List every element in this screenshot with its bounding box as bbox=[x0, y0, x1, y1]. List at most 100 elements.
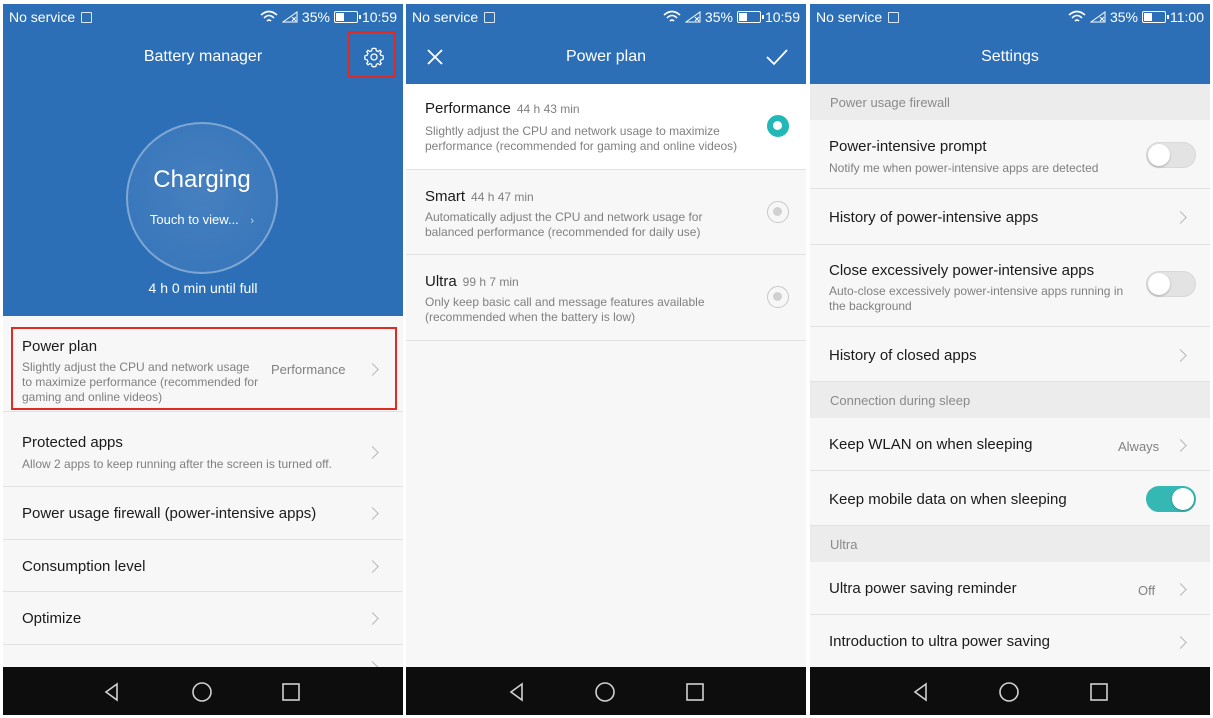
nav-bar bbox=[406, 667, 806, 715]
sim-icon bbox=[888, 11, 900, 23]
chevron-right-icon bbox=[366, 560, 379, 573]
power-usage-firewall-title: Power usage firewall (power-intensive ap… bbox=[22, 505, 317, 522]
power-plan-desc: Slightly adjust the CPU and network usag… bbox=[22, 360, 259, 404]
close-icon bbox=[427, 49, 443, 65]
chevron-right-icon bbox=[366, 507, 379, 520]
plan-name: Smart bbox=[425, 188, 466, 205]
app-bar: Battery manager bbox=[3, 30, 403, 84]
chevron-right-icon bbox=[1174, 211, 1187, 224]
chevron-right-icon bbox=[1174, 636, 1187, 649]
close-excessive-item[interactable]: Close excessively power-intensive apps A… bbox=[810, 245, 1210, 327]
consumption-level-item[interactable]: Consumption level bbox=[3, 540, 403, 592]
recents-square-icon bbox=[1090, 683, 1108, 701]
chevron-right-icon bbox=[366, 363, 379, 376]
plan-smart[interactable]: Smart 44 h 47 min Automatically adjust th… bbox=[406, 170, 806, 255]
ultra-reminder-item[interactable]: Ultra power saving reminder Off bbox=[810, 562, 1210, 615]
power-plan-item[interactable]: Power plan Slightly adjust the CPU and n… bbox=[3, 322, 403, 412]
wifi-icon bbox=[260, 10, 278, 22]
radio-performance[interactable] bbox=[767, 115, 789, 137]
chevron-right-icon bbox=[366, 446, 379, 459]
wifi-icon bbox=[1068, 10, 1086, 22]
plan-name: Ultra bbox=[425, 273, 457, 290]
optimize-title: Optimize bbox=[22, 610, 82, 627]
clock: 11:00 bbox=[1170, 9, 1204, 25]
keep-mobile-data-item[interactable]: Keep mobile data on when sleeping bbox=[810, 471, 1210, 526]
plan-time: 99 h 7 min bbox=[462, 275, 519, 289]
power-plan-title: Power plan bbox=[22, 338, 98, 355]
back-button[interactable] bbox=[101, 681, 123, 703]
battery-percent: 35% bbox=[704, 9, 733, 25]
carrier-text: No service bbox=[9, 9, 76, 25]
power-intensive-prompt-title: Power-intensive prompt bbox=[829, 138, 987, 155]
status-bar: No service 35% 10:59 bbox=[406, 4, 806, 30]
battery-charging-icon bbox=[1142, 11, 1169, 23]
battery-percent: 35% bbox=[1109, 9, 1138, 25]
plan-performance[interactable]: Performance 44 h 43 min Slightly adjust t… bbox=[406, 84, 806, 170]
home-circle-icon bbox=[999, 682, 1019, 702]
power-usage-firewall-item[interactable]: Power usage firewall (power-intensive ap… bbox=[3, 487, 403, 540]
plan-time: 44 h 43 min bbox=[516, 102, 580, 116]
close-excessive-toggle[interactable] bbox=[1146, 271, 1196, 297]
plan-ultra[interactable]: Ultra 99 h 7 min Only keep basic call and… bbox=[406, 255, 806, 341]
radio-smart[interactable] bbox=[767, 201, 789, 223]
back-button[interactable] bbox=[506, 681, 528, 703]
back-button[interactable] bbox=[910, 681, 932, 703]
recents-square-icon bbox=[282, 683, 300, 701]
status-bar: No service 35% 11:00 bbox=[810, 4, 1210, 30]
chevron-right-icon bbox=[1174, 439, 1187, 452]
page-title: Battery manager bbox=[143, 48, 263, 65]
battery-manager-screen: No service 35% 10:59 Battery manager Cha… bbox=[3, 4, 403, 715]
section-header: Ultra bbox=[810, 526, 1210, 562]
time-until-full: 4 h 0 min until full bbox=[148, 280, 258, 296]
carrier-text: No service bbox=[412, 9, 479, 25]
back-triangle-icon bbox=[913, 682, 927, 702]
protected-apps-item[interactable]: Protected apps Allow 2 apps to keep runn… bbox=[3, 416, 403, 487]
sim-icon bbox=[81, 11, 93, 23]
charging-ring[interactable]: Charging Touch to view... › bbox=[126, 122, 278, 274]
ultra-reminder-title: Ultra power saving reminder bbox=[829, 580, 1017, 597]
home-button[interactable] bbox=[998, 681, 1020, 703]
back-triangle-icon bbox=[509, 682, 523, 702]
power-intensive-prompt-toggle[interactable] bbox=[1146, 142, 1196, 168]
recents-square-icon bbox=[686, 683, 704, 701]
settings-button[interactable] bbox=[359, 42, 389, 72]
confirm-button[interactable] bbox=[762, 42, 792, 72]
intro-ultra-title: Introduction to ultra power saving bbox=[829, 633, 1050, 650]
page-title: Power plan bbox=[565, 48, 647, 65]
section-header: Connection during sleep bbox=[810, 382, 1210, 418]
sim-icon bbox=[484, 11, 496, 23]
recents-button[interactable] bbox=[684, 681, 706, 703]
home-circle-icon bbox=[595, 682, 615, 702]
radio-ultra[interactable] bbox=[767, 286, 789, 308]
home-button[interactable] bbox=[191, 681, 213, 703]
power-intensive-prompt-item[interactable]: Power-intensive prompt Notify me when po… bbox=[810, 120, 1210, 189]
intro-ultra-item[interactable]: Introduction to ultra power saving bbox=[810, 615, 1210, 668]
chevron-right-icon bbox=[366, 612, 379, 625]
home-button[interactable] bbox=[594, 681, 616, 703]
history-closed-item[interactable]: History of closed apps bbox=[810, 327, 1210, 382]
gear-icon bbox=[364, 47, 384, 68]
carrier-text: No service bbox=[816, 9, 883, 25]
power-plan-value: Performance bbox=[271, 362, 346, 377]
checkmark-icon bbox=[766, 49, 788, 66]
recents-button[interactable] bbox=[280, 681, 302, 703]
keep-mobile-data-toggle[interactable] bbox=[1146, 486, 1196, 512]
keep-wlan-value: Always bbox=[1118, 439, 1160, 454]
recents-button[interactable] bbox=[1088, 681, 1110, 703]
app-bar: Settings bbox=[810, 30, 1210, 84]
charging-label: Charging bbox=[153, 166, 251, 193]
touch-to-view-label: Touch to view... bbox=[149, 212, 239, 227]
protected-apps-desc: Allow 2 apps to keep running after the s… bbox=[22, 457, 332, 471]
protected-apps-title: Protected apps bbox=[22, 434, 123, 451]
nav-bar bbox=[3, 667, 403, 715]
close-button[interactable] bbox=[420, 42, 450, 72]
history-power-intensive-item[interactable]: History of power-intensive apps bbox=[810, 189, 1210, 245]
app-bar: Power plan bbox=[406, 30, 806, 84]
optimize-item[interactable]: Optimize bbox=[3, 592, 403, 645]
settings-screen: No service 35% 11:00 Settings Power usag… bbox=[810, 4, 1210, 715]
clock: 10:59 bbox=[764, 9, 800, 25]
charging-hero: Charging Touch to view... › 4 h 0 min un… bbox=[3, 84, 403, 316]
keep-wlan-item[interactable]: Keep WLAN on when sleeping Always bbox=[810, 418, 1210, 471]
consumption-level-title: Consumption level bbox=[22, 558, 146, 575]
battery-charging-icon bbox=[333, 11, 361, 23]
